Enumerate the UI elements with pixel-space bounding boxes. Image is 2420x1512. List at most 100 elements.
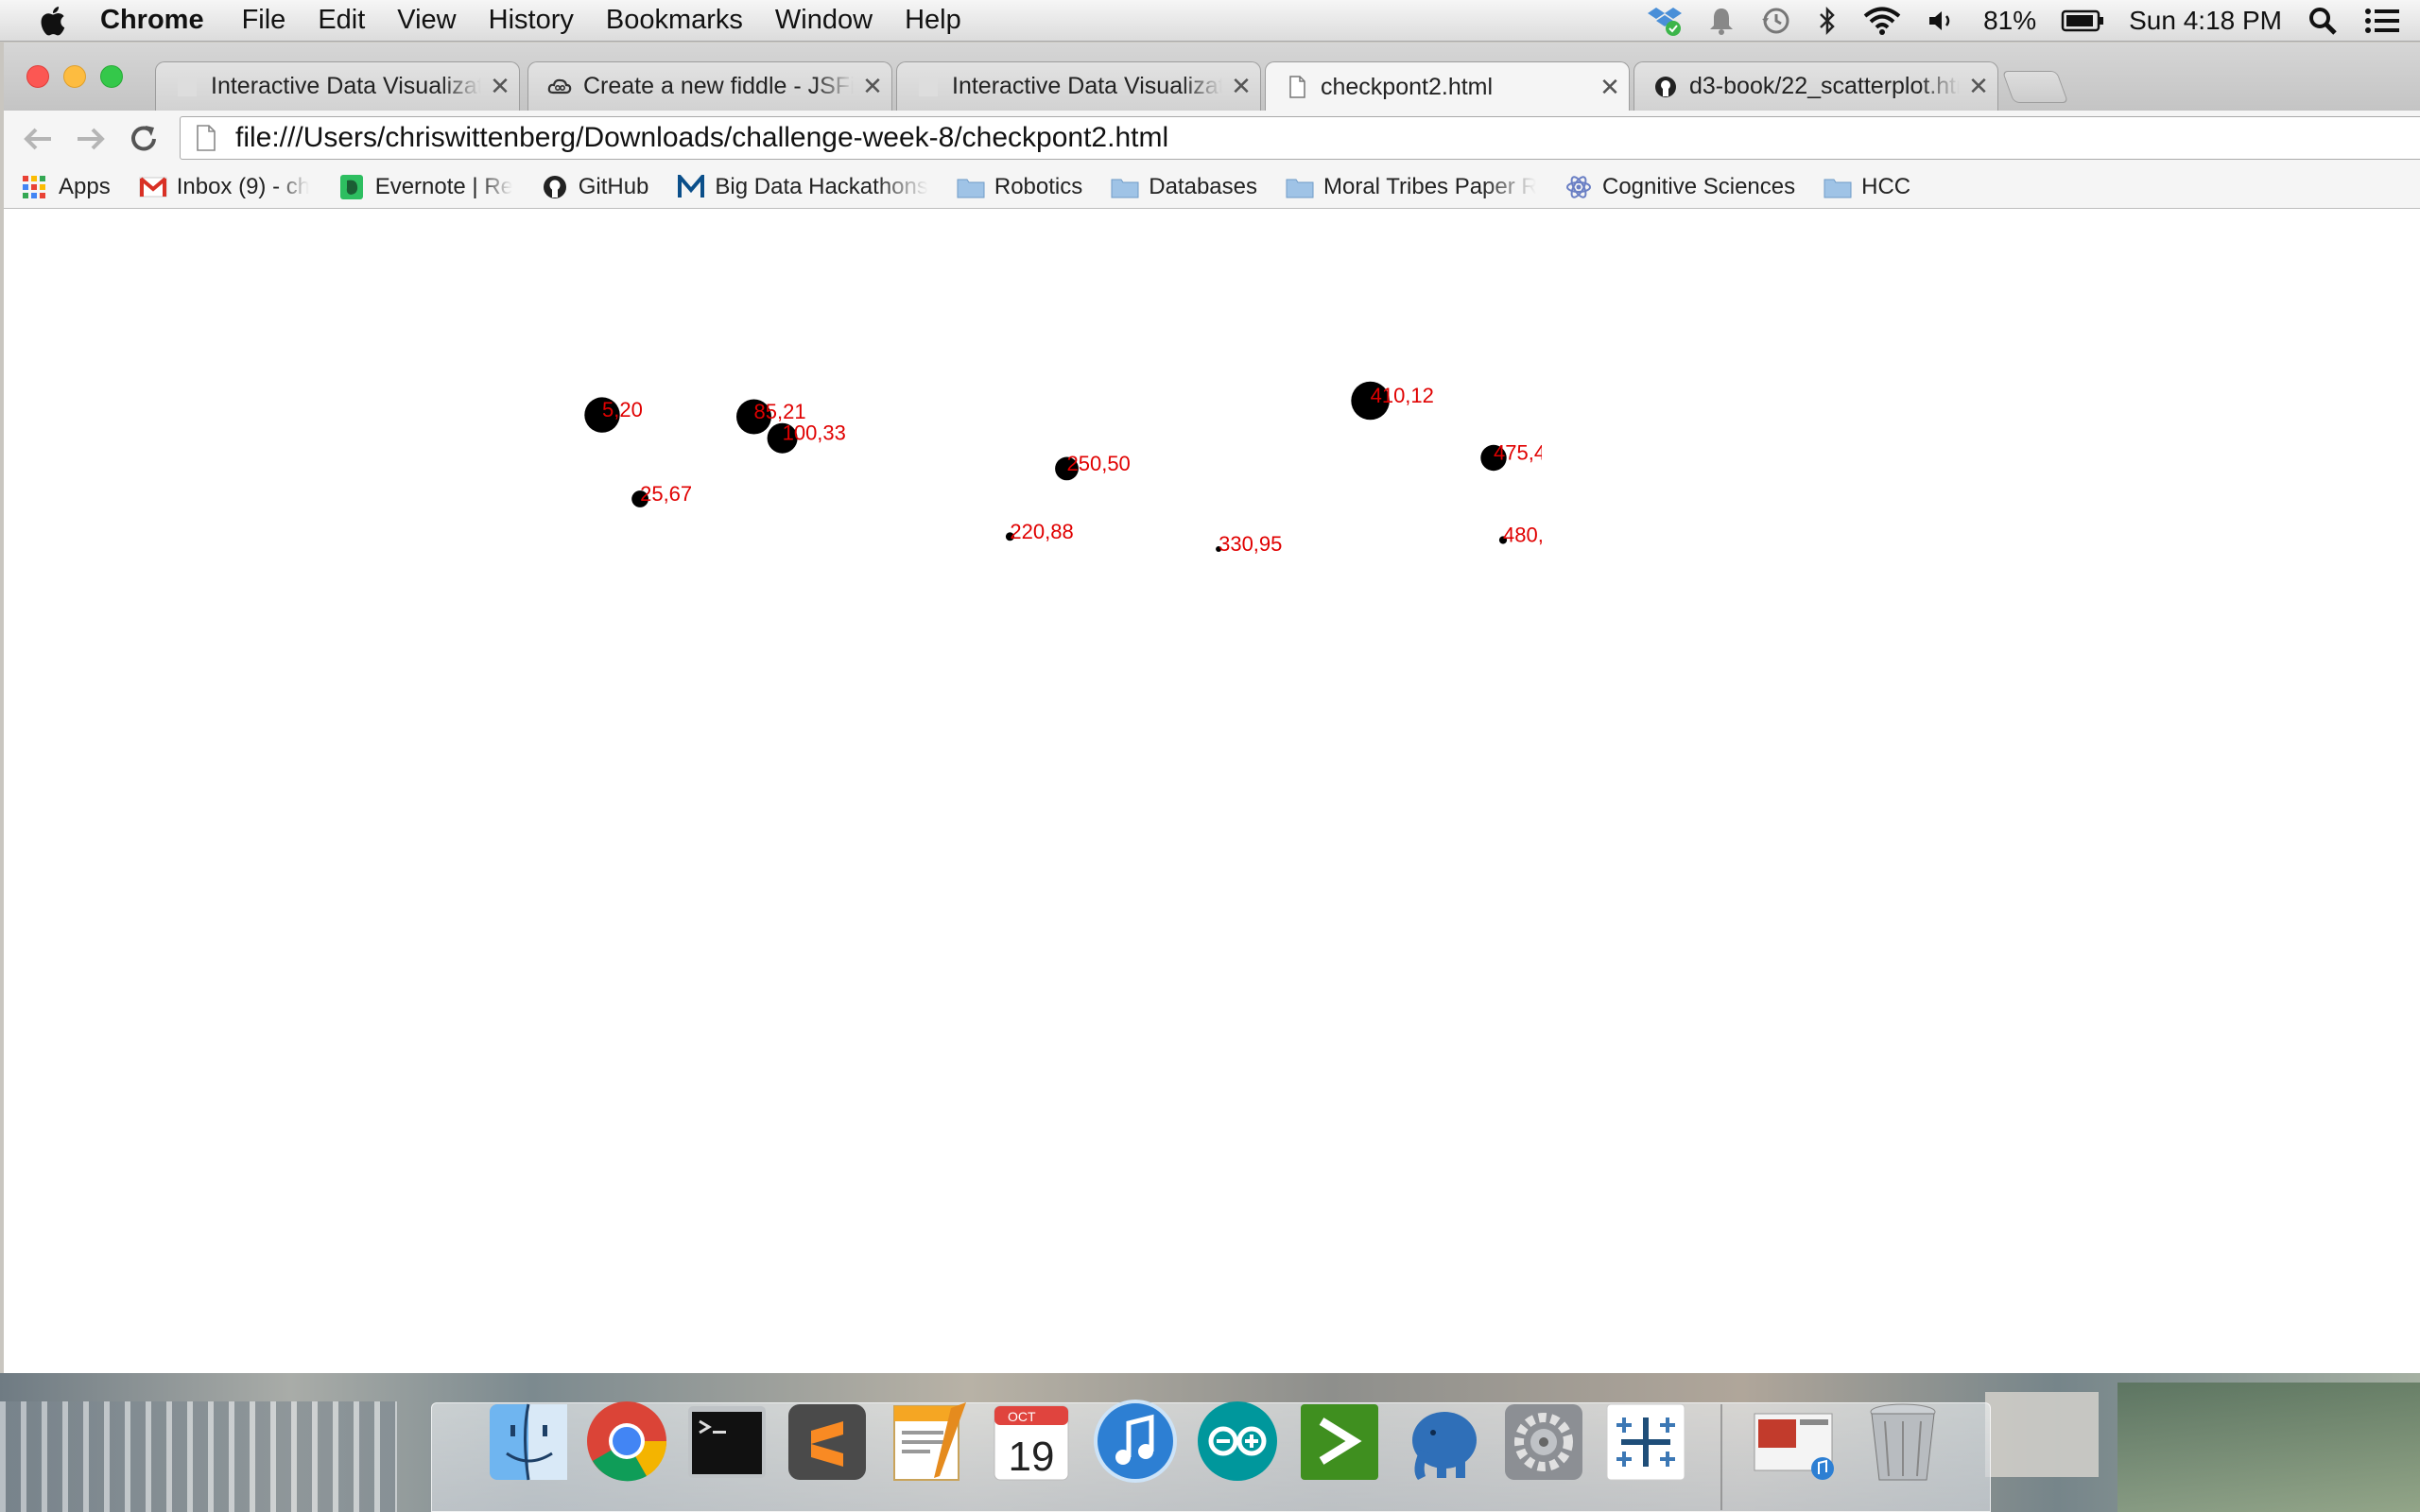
scatter-label-4: 330,95 bbox=[1219, 532, 1282, 556]
blank-favicon-icon bbox=[178, 77, 197, 96]
pages-icon[interactable] bbox=[885, 1397, 974, 1486]
tab-close-icon[interactable]: ✕ bbox=[1960, 72, 1997, 101]
tab-interactive-data-viz-2[interactable]: Interactive Data Visualization ✕ bbox=[896, 61, 1261, 111]
bookmark-label: Apps bbox=[59, 173, 111, 199]
scatter-label-5: 410,12 bbox=[1371, 384, 1434, 407]
dropbox-icon[interactable] bbox=[1647, 5, 1683, 37]
bookmark-evernote[interactable]: Evernote | Remember bbox=[337, 174, 512, 200]
scatter-label-0: 5,20 bbox=[602, 398, 643, 421]
bookmark-apps[interactable]: Apps bbox=[21, 174, 111, 200]
tab-close-icon[interactable]: ✕ bbox=[1222, 72, 1260, 101]
notification-center-icon[interactable] bbox=[2363, 5, 2401, 37]
menu-file[interactable]: File bbox=[242, 5, 286, 36]
bookmark-label: Databases bbox=[1149, 173, 1257, 199]
folder-icon bbox=[1286, 179, 1314, 198]
menu-help[interactable]: Help bbox=[905, 5, 961, 36]
page-document-icon bbox=[1289, 76, 1305, 98]
spotlight-search-icon[interactable] bbox=[2307, 5, 2339, 37]
tab-checkpont2-active[interactable]: checkpont2.html ✕ bbox=[1265, 61, 1630, 112]
gear-icon[interactable] bbox=[1499, 1397, 1588, 1486]
tab-interactive-data-viz-1[interactable]: Interactive Data Visualization ✕ bbox=[155, 61, 520, 111]
window-maximize-button[interactable] bbox=[100, 65, 123, 88]
menu-edit[interactable]: Edit bbox=[318, 5, 365, 36]
reload-icon[interactable] bbox=[125, 120, 163, 158]
bookmark-cognitive-sciences[interactable]: Cognitive Sciences bbox=[1564, 174, 1795, 200]
elephant-icon[interactable] bbox=[1397, 1397, 1486, 1486]
bookmark-label: HCC bbox=[1861, 173, 1911, 199]
navigation-row: file:///Users/chriswittenberg/Downloads/… bbox=[4, 111, 2420, 165]
folder-icon bbox=[957, 179, 985, 198]
chrome-icon[interactable] bbox=[582, 1397, 671, 1486]
scatter-label-7: 25,67 bbox=[640, 482, 692, 506]
terminal-icon[interactable] bbox=[683, 1397, 771, 1486]
bookmark-big-data-hackathons[interactable]: Big Data Hackathons bbox=[677, 173, 928, 200]
bookmark-label: GitHub bbox=[578, 173, 649, 199]
new-tab-button[interactable] bbox=[2001, 71, 2069, 103]
bookmark-label: Robotics bbox=[994, 173, 1083, 199]
notification-bell-icon[interactable] bbox=[1707, 6, 1736, 36]
window-minimize-button[interactable] bbox=[63, 65, 86, 88]
bluetooth-icon[interactable] bbox=[1817, 6, 1838, 36]
blank-favicon-icon bbox=[919, 77, 938, 96]
battery-icon[interactable] bbox=[2061, 8, 2104, 34]
tab-jsfiddle[interactable]: Create a new fiddle - JSFiddle ✕ bbox=[527, 61, 892, 111]
tab-title: d3-book/22_scatterplot.html bbox=[1689, 73, 1960, 99]
apple-icon[interactable] bbox=[36, 3, 72, 39]
minimized-window-thumbnail-icon[interactable] bbox=[1749, 1397, 1838, 1486]
menubar-clock[interactable]: Sun 4:18 PM bbox=[2129, 6, 2282, 36]
tab-title: Interactive Data Visualization bbox=[952, 73, 1222, 99]
forward-arrow-icon[interactable] bbox=[72, 120, 110, 158]
window-close-button[interactable] bbox=[26, 65, 49, 88]
browser-toolbar: file:///Users/chriswittenberg/Downloads/… bbox=[4, 111, 2420, 209]
folder-icon bbox=[1824, 179, 1852, 198]
address-url-text[interactable]: file:///Users/chriswittenberg/Downloads/… bbox=[235, 122, 1168, 154]
time-machine-icon[interactable] bbox=[1760, 6, 1792, 36]
battery-percent[interactable]: 81% bbox=[1983, 6, 2036, 36]
tab-close-icon[interactable]: ✕ bbox=[854, 72, 891, 101]
sublime-icon[interactable] bbox=[783, 1397, 872, 1486]
tab-title: checkpont2.html bbox=[1321, 73, 1494, 100]
itunes-icon[interactable] bbox=[1091, 1397, 1180, 1486]
bookmark-folder-moral-tribes[interactable]: Moral Tribes Paper R bbox=[1286, 174, 1536, 200]
bookmark-label: Evernote | Remember bbox=[374, 173, 512, 199]
bookmark-label: Inbox (9) - chwi6683 bbox=[176, 173, 309, 199]
folder-icon bbox=[1111, 179, 1139, 198]
scatter-label-2: 250,50 bbox=[1067, 452, 1131, 475]
bookmark-folder-databases[interactable]: Databases bbox=[1111, 174, 1257, 200]
prompt-icon[interactable] bbox=[1295, 1397, 1384, 1486]
tab-close-icon[interactable]: ✕ bbox=[481, 72, 519, 101]
arduino-icon[interactable] bbox=[1193, 1397, 1282, 1486]
tab-title: Interactive Data Visualization bbox=[211, 73, 481, 99]
bookmark-gmail-inbox[interactable]: Inbox (9) - chwi6683 bbox=[139, 174, 309, 200]
page-content: 5,20 480, 250,50 100,33 330,95 410,12 475,4 25,… bbox=[4, 209, 2420, 1373]
wifi-icon[interactable] bbox=[1862, 6, 1902, 36]
volume-icon[interactable] bbox=[1927, 6, 1959, 36]
menu-window[interactable]: Window bbox=[775, 5, 873, 36]
github-favicon-icon bbox=[1655, 76, 1676, 97]
address-bar[interactable]: file:///Users/chriswittenberg/Downloads/… bbox=[180, 116, 2420, 160]
back-arrow-icon[interactable] bbox=[19, 120, 57, 158]
menu-history[interactable]: History bbox=[489, 5, 574, 36]
calendar-icon[interactable]: OCT 19 bbox=[987, 1397, 1076, 1486]
tab-strip: Interactive Data Visualization ✕ Create … bbox=[4, 43, 2420, 112]
bookmark-label: Moral Tribes Paper R bbox=[1323, 173, 1536, 199]
bookmark-folder-robotics[interactable]: Robotics bbox=[957, 174, 1082, 200]
finder-icon[interactable] bbox=[484, 1397, 573, 1486]
bookmarks-bar: Apps Inbox (9) - chwi6683 Evernote | Rem… bbox=[4, 165, 2420, 209]
menu-app-name[interactable]: Chrome bbox=[100, 5, 204, 36]
scatter-label-6: 475,4 bbox=[1494, 441, 1542, 465]
scatter-label-1: 480, bbox=[1503, 524, 1542, 547]
evernote-icon bbox=[339, 174, 363, 199]
trash-icon[interactable] bbox=[1858, 1397, 1947, 1486]
page-info-icon[interactable] bbox=[194, 124, 218, 152]
menu-view[interactable]: View bbox=[397, 5, 456, 36]
tableau-icon[interactable] bbox=[1601, 1397, 1690, 1486]
calendar-month: OCT bbox=[1008, 1409, 1036, 1424]
menubar-status-area: 81% Sun 4:18 PM bbox=[1647, 0, 2401, 42]
menu-bookmarks[interactable]: Bookmarks bbox=[606, 5, 743, 36]
bookmark-label: Big Data Hackathons bbox=[715, 173, 928, 199]
tab-d3-book-scatterplot[interactable]: d3-book/22_scatterplot.html ✕ bbox=[1634, 61, 1998, 111]
tab-close-icon[interactable]: ✕ bbox=[1591, 73, 1629, 102]
bookmark-folder-hcc[interactable]: HCC bbox=[1824, 174, 1910, 200]
bookmark-github[interactable]: GitHub bbox=[541, 173, 649, 200]
